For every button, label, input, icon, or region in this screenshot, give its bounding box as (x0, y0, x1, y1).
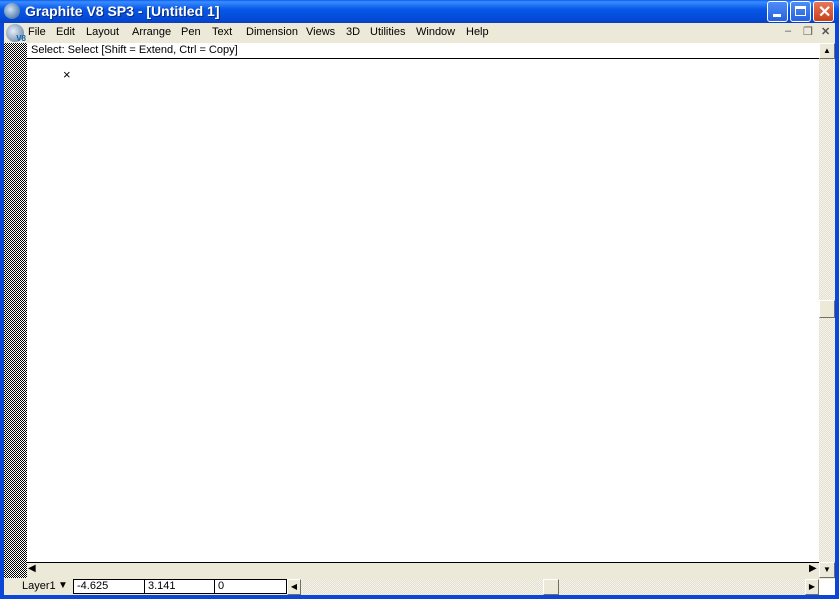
scroll-left-icon[interactable]: ◀ (28, 563, 36, 574)
menu-dimension[interactable]: Dimension (246, 26, 298, 38)
close-icon: ✕ (818, 4, 832, 21)
horizontal-scrollbar[interactable]: ◀ ▶ (27, 562, 819, 578)
layer-dropdown[interactable]: Layer1 ▼ (4, 579, 73, 594)
window-title: Graphite V8 SP3 - [Untitled 1] (25, 3, 220, 19)
menu-help[interactable]: Help (466, 26, 489, 38)
doc-restore-icon[interactable]: ❐ (803, 25, 813, 38)
status-scroll-left-button[interactable]: ◀ (287, 579, 301, 595)
size-grip (819, 579, 835, 595)
menu-3d[interactable]: 3D (346, 26, 360, 38)
status-scroll-right-button[interactable]: ▶ (805, 579, 819, 595)
arrow-down-icon: ▼ (823, 565, 831, 574)
command-prompt: Select: Select [Shift = Extend, Ctrl = C… (27, 43, 819, 59)
prompt-text: Select: Select [Shift = Extend, Ctrl = C… (31, 44, 238, 56)
menu-layout[interactable]: Layout (86, 26, 119, 38)
chevron-down-icon: ▼ (58, 580, 68, 591)
app-icon[interactable] (4, 3, 20, 19)
menu-edit[interactable]: Edit (56, 26, 75, 38)
status-bar: Layer1 ▼ -4.625 3.141 0 ◀ ▶ (4, 578, 835, 595)
title-bar[interactable]: Graphite V8 SP3 - [Untitled 1] ✕ (0, 0, 839, 23)
arrow-up-icon: ▲ (823, 46, 831, 55)
vertical-scrollbar[interactable]: ▲ ▼ (819, 43, 835, 578)
doc-close-icon[interactable]: ✕ (821, 25, 830, 38)
drawing-canvas[interactable]: × (27, 59, 819, 562)
menu-window[interactable]: Window (416, 26, 455, 38)
menu-file[interactable]: File (28, 26, 46, 38)
menu-bar: V8 File Edit Layout Arrange Pen Text Dim… (4, 23, 835, 43)
menu-arrange[interactable]: Arrange (132, 26, 171, 38)
document-icon[interactable]: V8 (6, 24, 26, 43)
tool-palette-area (4, 43, 27, 579)
menu-views[interactable]: Views (306, 26, 335, 38)
maximize-button[interactable] (790, 1, 811, 22)
y-coordinate-field[interactable]: 3.141 (144, 579, 215, 594)
scroll-down-button[interactable]: ▼ (819, 562, 835, 578)
minimize-icon (773, 14, 781, 17)
minimize-button[interactable] (767, 1, 788, 22)
scroll-right-icon[interactable]: ▶ (809, 563, 817, 574)
layer-name: Layer1 (22, 580, 56, 592)
origin-marker: × (63, 67, 71, 82)
close-button[interactable]: ✕ (813, 1, 834, 22)
menu-pen[interactable]: Pen (181, 26, 201, 38)
z-coordinate-field[interactable]: 0 (214, 579, 287, 594)
vertical-scroll-thumb[interactable] (819, 300, 835, 318)
doc-minimize-icon[interactable]: – (785, 25, 791, 37)
status-scroll-thumb[interactable] (543, 579, 559, 595)
menu-utilities[interactable]: Utilities (370, 26, 405, 38)
arrow-right-icon: ▶ (808, 582, 816, 591)
arrow-left-icon: ◀ (290, 582, 298, 591)
menu-text[interactable]: Text (212, 26, 232, 38)
scroll-up-button[interactable]: ▲ (819, 43, 835, 59)
maximize-icon (795, 6, 806, 16)
x-coordinate-field[interactable]: -4.625 (73, 579, 145, 594)
